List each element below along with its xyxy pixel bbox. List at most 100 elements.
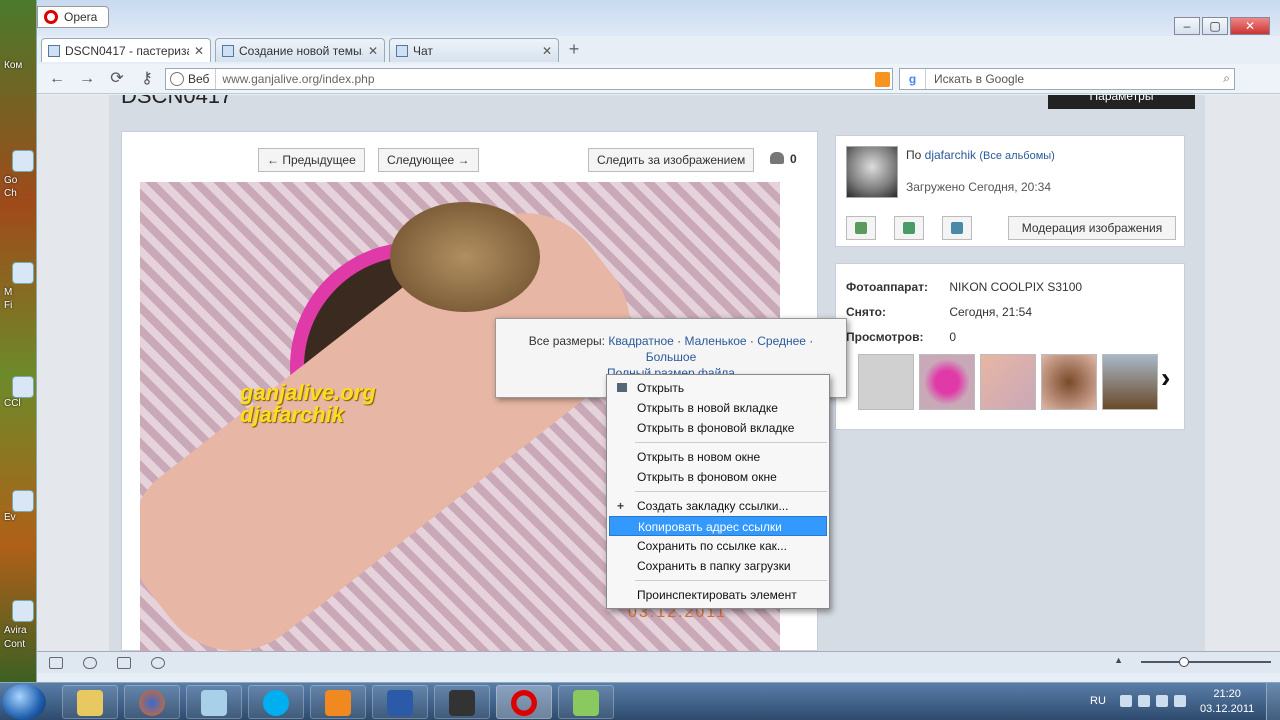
desktop-shortcut-icon[interactable]	[12, 600, 34, 622]
desktop-icon-label: CCl	[4, 398, 21, 409]
taskbar-media[interactable]	[310, 685, 366, 719]
all-albums-link[interactable]: (Все альбомы)	[979, 150, 1055, 162]
panel-toggle-icon[interactable]	[49, 656, 63, 669]
thumbnail[interactable]	[980, 354, 1036, 410]
address-bar[interactable]: Веб www.ganjalive.org/index.php	[165, 67, 893, 90]
menu-item-bookmark-link[interactable]: + Создать закладку ссылки...	[609, 496, 827, 516]
menu-item-save-link-as[interactable]: Сохранить по ссылке как...	[609, 536, 827, 556]
share-icon[interactable]	[117, 656, 131, 669]
menu-item-open-new-tab[interactable]: Открыть в новой вкладке	[609, 398, 827, 418]
volume-icon[interactable]	[1156, 695, 1168, 707]
tab-close-icon[interactable]: ✕	[542, 44, 552, 58]
tab-close-icon[interactable]: ✕	[368, 44, 378, 58]
menu-item-copy-link[interactable]: Копировать адрес ссылки	[609, 516, 827, 536]
firefox-icon	[139, 690, 165, 716]
opera-menu-button[interactable]: Opera	[37, 6, 109, 28]
tab-create-topic[interactable]: Создание новой темы... ✕	[215, 38, 385, 62]
status-bar: ▲	[37, 651, 1280, 673]
thumbnail[interactable]	[1102, 354, 1158, 410]
language-indicator[interactable]: RU	[1090, 695, 1106, 707]
maximize-button[interactable]: ▢	[1202, 17, 1228, 35]
search-icon[interactable]: ⌕	[1223, 71, 1234, 86]
size-medium-link[interactable]: Среднее	[757, 334, 806, 348]
close-window-button[interactable]: ✕	[1230, 17, 1270, 35]
rotate-left-icon	[903, 222, 915, 234]
prev-image-button[interactable]: ← Предыдущее	[258, 148, 365, 172]
start-button[interactable]	[2, 684, 46, 720]
taskbar-mpc[interactable]	[434, 685, 490, 719]
clock[interactable]: 21:20 03.12.2011	[1200, 687, 1254, 717]
follow-image-button[interactable]: Следить за изображением	[588, 148, 755, 172]
key-icon[interactable]: ⚷	[135, 67, 159, 91]
menu-item-inspect-element[interactable]: Проинспектировать элемент	[609, 585, 827, 605]
minimize-button[interactable]: –	[1174, 17, 1200, 35]
next-image-button[interactable]: Следующее →	[378, 148, 479, 172]
menu-item-open-background-window[interactable]: Открыть в фоновом окне	[609, 467, 827, 487]
security-badge[interactable]: Веб	[166, 68, 217, 89]
desktop-shortcut-icon[interactable]	[12, 490, 34, 512]
unite-icon[interactable]	[83, 656, 97, 669]
desktop-icon-label: Ev	[4, 512, 16, 523]
desktop-shortcut-icon[interactable]	[12, 150, 34, 172]
menu-item-save-to-downloads[interactable]: Сохранить в папку загрузки	[609, 556, 827, 576]
thumbnail[interactable]	[919, 354, 975, 410]
thumbnails-next-icon[interactable]: ›	[1161, 362, 1170, 394]
title-bar: Opera – ▢ ✕	[37, 0, 1280, 36]
speed-dial-icon[interactable]	[151, 656, 165, 669]
show-desktop-button[interactable]	[1266, 683, 1280, 720]
forward-button[interactable]: →	[75, 67, 99, 91]
add-image-button[interactable]	[846, 216, 876, 240]
view-toggle-icon[interactable]: ▲	[1114, 655, 1123, 665]
photo-seeds	[390, 202, 540, 312]
network-icon[interactable]	[1138, 695, 1150, 707]
tab-dscn0417[interactable]: DSCN0417 - пастериза... ✕	[41, 38, 211, 62]
moderate-image-button[interactable]: Модерация изображения	[1008, 216, 1176, 240]
google-icon[interactable]: g	[900, 68, 926, 89]
menu-item-open-new-window[interactable]: Открыть в новом окне	[609, 447, 827, 467]
folder-icon	[617, 383, 627, 392]
size-small-link[interactable]: Маленькое	[684, 334, 746, 348]
desktop-icon-label: Go	[4, 175, 18, 186]
menu-item-open[interactable]: Открыть	[609, 378, 827, 398]
size-large-link[interactable]: Большое	[646, 350, 697, 364]
search-input[interactable]: g Искать в Google ⌕	[899, 67, 1235, 90]
thumbnail[interactable]	[1041, 354, 1097, 410]
page-title: DSCN0417	[121, 95, 233, 108]
taskbar-gadget[interactable]	[558, 685, 614, 719]
tab-favicon-icon	[48, 44, 60, 57]
desktop-shortcut-icon[interactable]	[12, 376, 34, 398]
info-key: Снято:	[846, 305, 886, 319]
params-button[interactable]: Параметры	[1048, 95, 1195, 109]
taskbar-opera[interactable]	[496, 685, 552, 719]
opera-logo-icon	[44, 10, 58, 24]
rotate-right-icon	[951, 222, 963, 234]
rss-feed-icon[interactable]	[875, 71, 890, 87]
tab-chat[interactable]: Чат ✕	[389, 38, 559, 62]
taskbar-notes[interactable]	[186, 685, 242, 719]
menu-item-label: Сохранить в папку загрузки	[637, 559, 791, 573]
size-square-link[interactable]: Квадратное	[608, 334, 673, 348]
desktop-shortcut-icon[interactable]	[12, 262, 34, 284]
tab-close-icon[interactable]: ✕	[194, 44, 204, 58]
reload-button[interactable]: ⟳	[105, 67, 129, 91]
tray-arrow-icon[interactable]	[1120, 695, 1132, 707]
menu-item-open-background-tab[interactable]: Открыть в фоновой вкладке	[609, 418, 827, 438]
taskbar-firefox[interactable]	[124, 685, 180, 719]
avatar[interactable]	[846, 146, 898, 198]
zoom-knob[interactable]	[1179, 657, 1189, 667]
taskbar-skype[interactable]	[248, 685, 304, 719]
taskbar-word[interactable]	[372, 685, 428, 719]
tab-strip: DSCN0417 - пастериза... ✕ Создание новой…	[41, 38, 585, 62]
taskbar-explorer[interactable]	[62, 685, 118, 719]
flag-icon[interactable]	[1174, 695, 1186, 707]
rotate-left-button[interactable]	[894, 216, 924, 240]
back-button[interactable]: ←	[45, 67, 69, 91]
new-tab-button[interactable]: +	[563, 38, 585, 60]
thumbnail[interactable]	[858, 354, 914, 410]
zoom-slider[interactable]	[1141, 657, 1271, 667]
follow-count: 0	[790, 152, 797, 166]
rotate-right-button[interactable]	[942, 216, 972, 240]
desktop-icon-label: Ком	[4, 60, 23, 71]
author-link[interactable]: djafarchik	[925, 148, 976, 162]
media-player-classic-icon	[449, 690, 475, 716]
